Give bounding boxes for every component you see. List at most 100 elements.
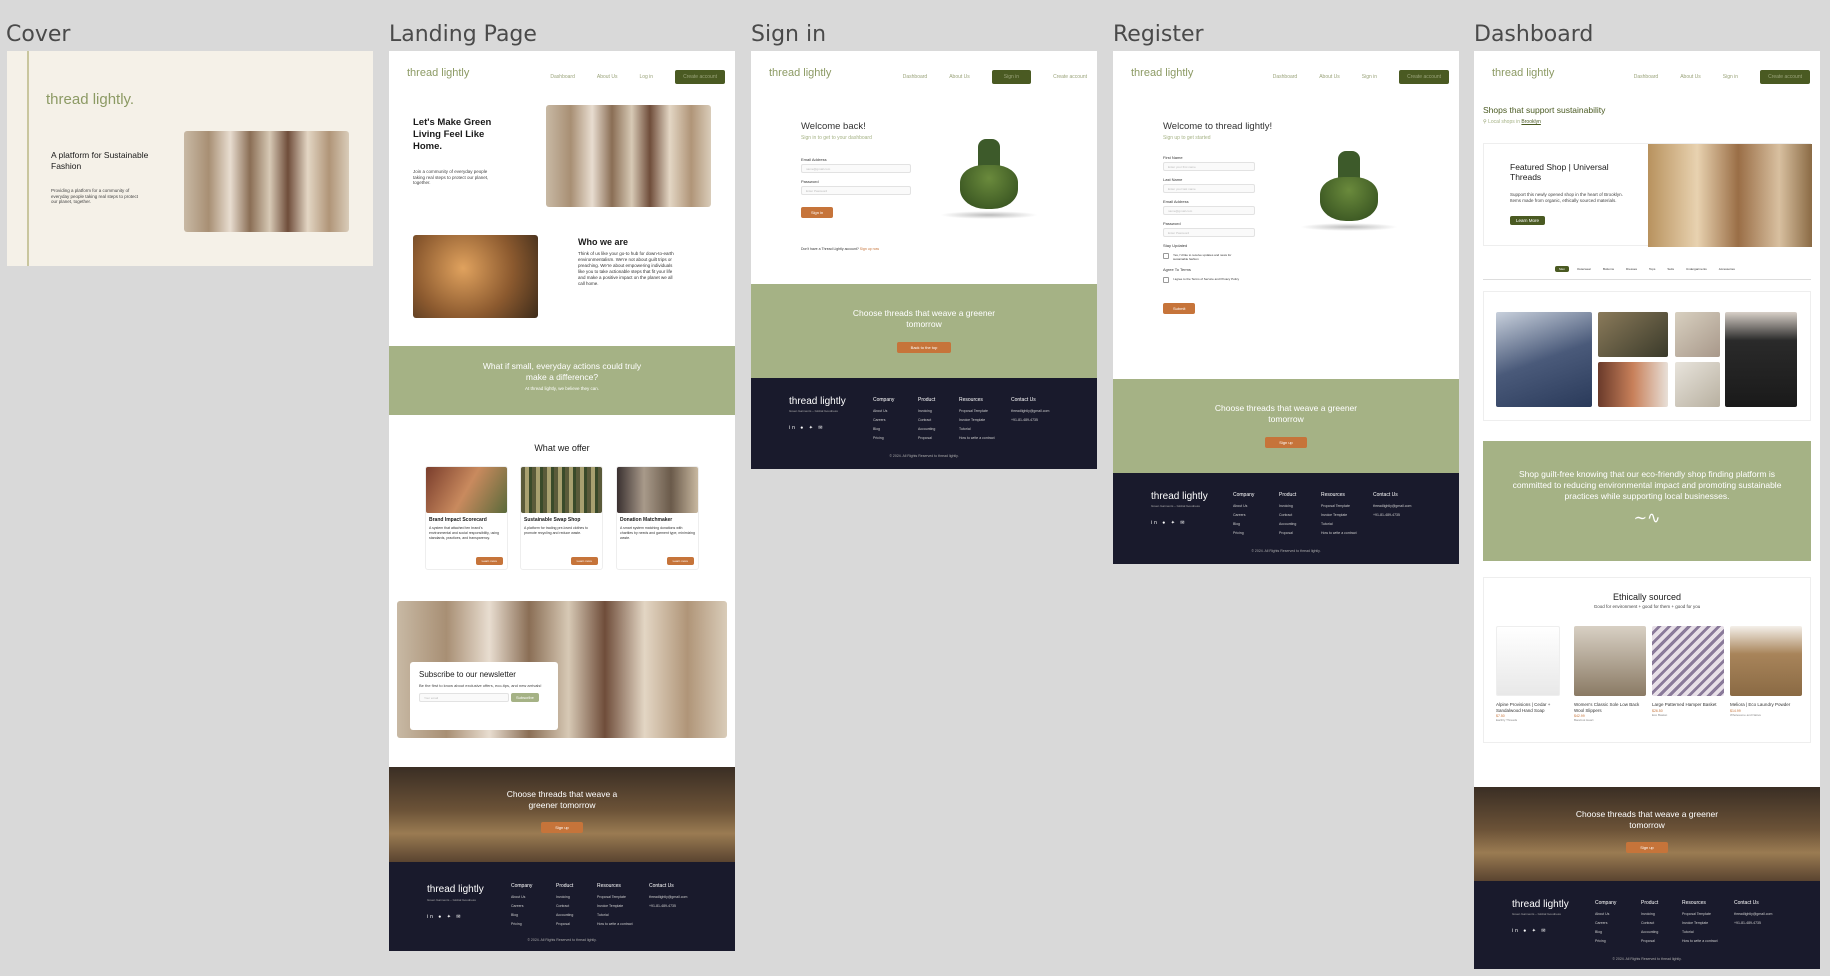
footer-link[interactable]: Accounting [1279,520,1296,529]
footer-link[interactable]: threadlightly@gmail.com [649,893,687,902]
footer-link[interactable]: Invoice Template [1321,511,1357,520]
gallery-image-outerwear[interactable] [1598,312,1668,357]
footer-link[interactable]: Tutorial [1682,928,1718,937]
footer-link[interactable]: Proposal Template [1321,502,1357,511]
footer-link[interactable]: +91-81-489-4735 [1373,511,1411,520]
footer-link[interactable]: threadlightly@gmail.com [1373,502,1411,511]
footer-link[interactable]: How to write a contract [1321,529,1357,538]
tab-bottoms[interactable]: Bottoms [1599,266,1618,272]
nav-login[interactable]: Log in [639,74,653,80]
footer-link[interactable]: Blog [511,911,532,920]
footer-social-icons[interactable]: in ● ✦ ✉ [789,425,824,431]
nav-about[interactable]: About Us [1319,74,1340,80]
newsletter-email-input[interactable]: Your email [419,693,509,702]
footer-link[interactable]: +91-81-489-4735 [1011,416,1049,425]
tab-suits[interactable]: Suits [1663,266,1678,272]
footer-link[interactable]: Accounting [556,911,573,920]
register-submit-button[interactable]: Submit [1163,303,1196,314]
footer-link[interactable]: Tutorial [597,911,633,920]
footer-link[interactable]: Invoice Template [597,902,633,911]
tab-undergarments[interactable]: Undergarments [1682,266,1711,272]
featured-learn-more-button[interactable]: Learn More [1510,216,1546,225]
footer-link[interactable]: How to write a contract [597,920,633,929]
footer-link[interactable]: Blog [1233,520,1254,529]
nav-dashboard[interactable]: Dashboard [550,74,574,80]
nav-create-account-button[interactable]: Create account [1760,70,1810,84]
offer-card-1-button[interactable]: Learn more [475,557,503,565]
footer-link[interactable]: Invoicing [556,893,573,902]
nav-create-account-button[interactable]: Create account [1399,70,1449,84]
nav-signin[interactable]: Sign in [1362,74,1377,80]
footer-link[interactable]: +91-81-489-4735 [1734,919,1772,928]
footer-link[interactable]: Careers [1595,919,1616,928]
landing-cta-signup-button[interactable]: Sign up [541,822,583,833]
footer-link[interactable]: Invoice Template [959,416,995,425]
footer-link[interactable]: Proposal Template [959,407,995,416]
gallery-image-basics[interactable] [1675,362,1720,407]
tab-dresses[interactable]: Dresses [1622,266,1641,272]
footer-link[interactable]: Contract [1641,919,1658,928]
register-first-input[interactable]: Enter your first name [1163,162,1255,171]
register-email-input[interactable]: name@gmail.com [1163,206,1255,215]
tab-accessories[interactable]: Accessories [1715,266,1739,272]
footer-link[interactable]: Proposal [1641,937,1658,946]
offer-card-3-button[interactable]: Learn more [666,557,694,565]
footer-link[interactable]: Proposal Template [1682,910,1718,919]
footer-link[interactable]: Careers [873,416,894,425]
footer-social-icons[interactable]: in ● ✦ ✉ [1151,520,1186,526]
footer-link[interactable]: Contract [1279,511,1296,520]
footer-link[interactable]: +91-81-489-4735 [649,902,687,911]
footer-link[interactable]: Careers [1233,511,1254,520]
register-signup-button[interactable]: Sign up [1265,437,1307,448]
footer-link[interactable]: threadlightly@gmail.com [1734,910,1772,919]
footer-link[interactable]: Pricing [511,920,532,929]
footer-link[interactable]: Tutorial [959,425,995,434]
product-card-4[interactable]: Meliora | Eco Laundry Powder $14.99 Whol… [1730,626,1802,717]
offer-card-1[interactable]: Brand Impact Scorecard A system that att… [425,466,508,570]
footer-link[interactable]: Pricing [1595,937,1616,946]
footer-social-icons[interactable]: in ● ✦ ✉ [1512,928,1547,934]
footer-link[interactable]: Invoicing [1279,502,1296,511]
nav-create-account[interactable]: Create account [1053,74,1087,80]
gallery-image-coat[interactable] [1725,312,1797,407]
nav-signin[interactable]: Sign in [1723,74,1738,80]
footer-link[interactable]: Invoicing [918,407,935,416]
product-card-2[interactable]: Women's Classic Sole Low Back Wool Slipp… [1574,626,1646,722]
register-updated-checkbox[interactable] [1163,253,1169,259]
nav-signin-button[interactable]: Sign in [991,70,1032,84]
dash-cta-signup-button[interactable]: Sign up [1626,842,1668,853]
offer-card-3[interactable]: Donation Matchmaker A smart system match… [616,466,699,570]
signin-submit-button[interactable]: Sign in [801,207,834,218]
featured-shop-card[interactable]: Featured Shop | Universal Threads Suppor… [1483,143,1812,247]
footer-link[interactable]: Careers [511,902,532,911]
product-card-1[interactable]: Alpine Provisions | Cedar + Sandalwood H… [1496,626,1560,722]
footer-link[interactable]: Tutorial [1321,520,1357,529]
nav-dashboard[interactable]: Dashboard [903,74,927,80]
product-card-3[interactable]: Large Patterned Hamper Basket $26.50 Eco… [1652,626,1724,717]
register-password-input[interactable]: Enter Password [1163,228,1255,237]
landing-frame[interactable]: thread lightly Dashboard About Us Log in… [389,51,735,951]
gallery-image-jackets[interactable] [1496,312,1592,407]
nav-about[interactable]: About Us [597,74,618,80]
footer-link[interactable]: Proposal Template [597,893,633,902]
footer-link[interactable]: Pricing [1233,529,1254,538]
footer-link[interactable]: Accounting [1641,928,1658,937]
dash-location-city[interactable]: Brooklyn [1521,119,1540,125]
nav-dashboard[interactable]: Dashboard [1634,74,1658,80]
offer-card-2-button[interactable]: Learn more [570,557,598,565]
tab-outerwear[interactable]: Outerwear [1573,266,1595,272]
footer-link[interactable]: Proposal [556,920,573,929]
footer-link[interactable]: Accounting [918,425,935,434]
newsletter-subscribe-button[interactable]: Subscribe [511,693,539,702]
footer-link[interactable]: Contract [556,902,573,911]
signin-email-input[interactable]: name@gmail.com [801,164,911,173]
gallery-image-shirts[interactable] [1598,362,1668,407]
footer-link[interactable]: threadlightly@gmail.com [1011,407,1049,416]
nav-about[interactable]: About Us [949,74,970,80]
footer-link[interactable]: About Us [1595,910,1616,919]
tab-men[interactable]: Men [1555,266,1569,272]
dashboard-frame[interactable]: thread lightly Dashboard About Us Sign i… [1474,51,1820,969]
footer-link[interactable]: About Us [1233,502,1254,511]
signin-signup-link[interactable]: Sign up now [860,247,879,251]
register-terms-checkbox[interactable] [1163,277,1169,283]
